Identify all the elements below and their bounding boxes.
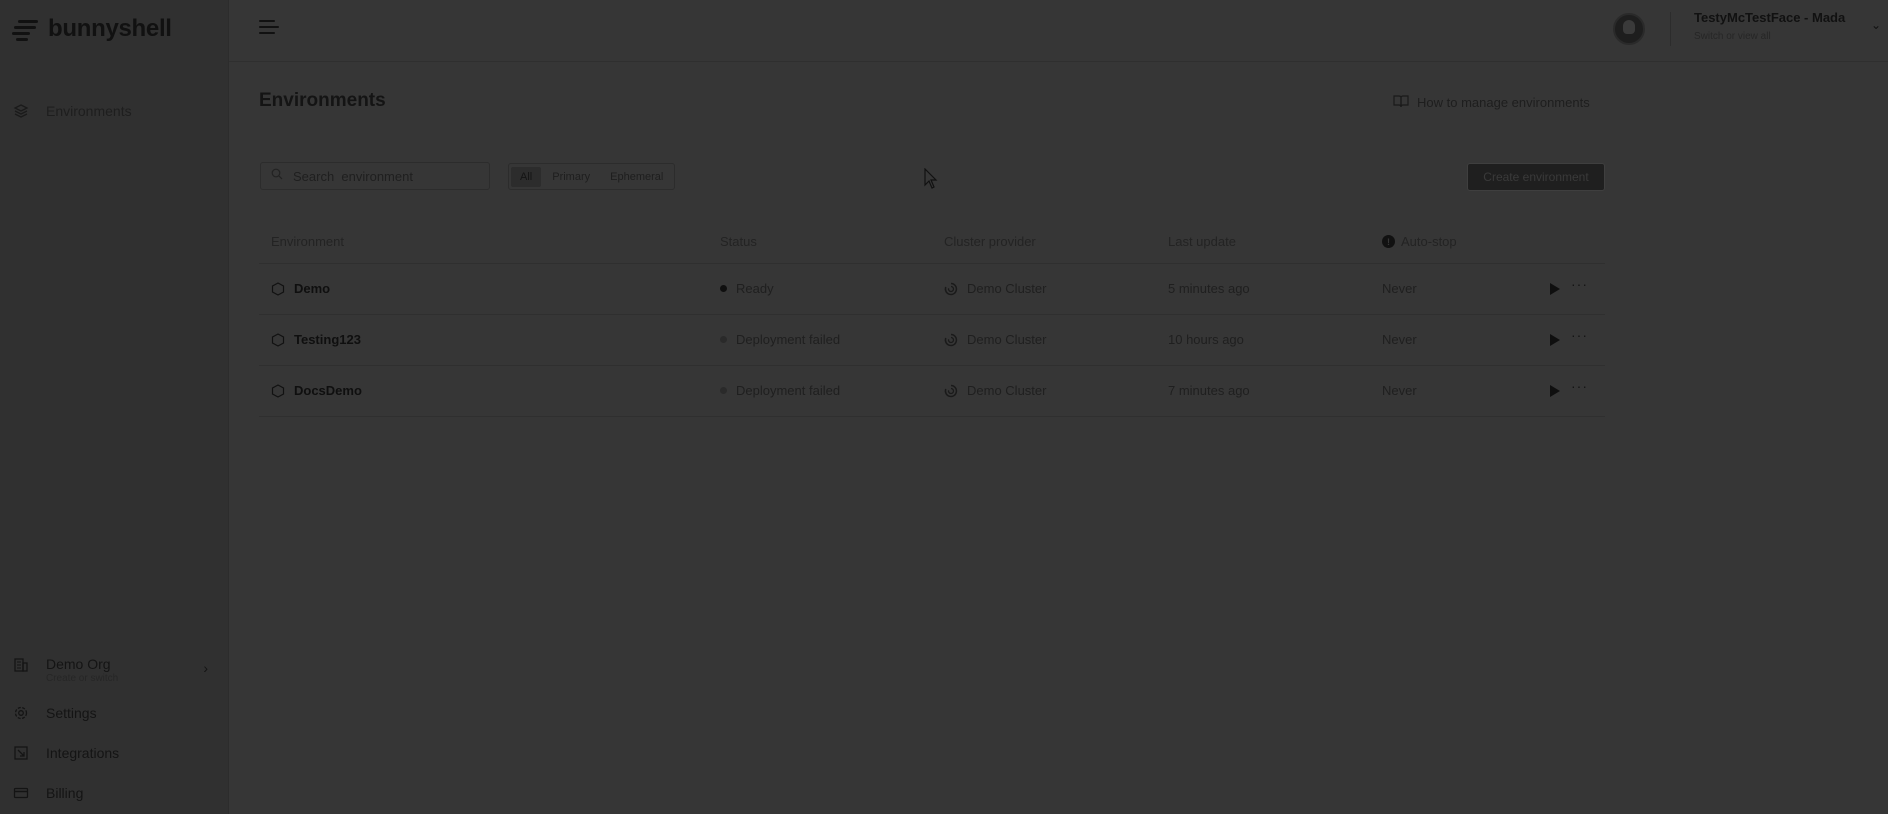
more-options-icon[interactable]: ··· — [1571, 276, 1588, 292]
help-link-label: How to manage environments — [1417, 95, 1590, 110]
sidebar-item-label: Settings — [46, 705, 97, 721]
search-box — [260, 162, 490, 190]
status-dot — [720, 387, 727, 394]
cluster-icon — [944, 282, 958, 295]
environments-table: Environment Status Cluster provider Last… — [259, 224, 1605, 417]
credit-card-icon — [12, 784, 30, 802]
cluster-name: Demo Cluster — [967, 281, 1047, 296]
table-row[interactable]: DocsDemo Deployment failed Demo Cluster … — [259, 366, 1605, 417]
status-cell: Deployment failed — [720, 383, 840, 398]
hexagon-icon — [271, 332, 285, 347]
logo[interactable]: bunnyshell — [12, 14, 172, 44]
integrations-icon — [12, 744, 30, 762]
environment-cell[interactable]: Testing123 — [271, 332, 361, 347]
status-text: Deployment failed — [736, 383, 841, 398]
environment-name[interactable]: DocsDemo — [294, 383, 362, 398]
environment-cell[interactable]: Demo — [271, 281, 330, 296]
sidebar-item-environments[interactable]: Environments — [12, 102, 132, 120]
more-options-icon[interactable]: ··· — [1571, 327, 1588, 343]
status-text: Ready — [736, 281, 774, 296]
play-icon[interactable] — [1550, 385, 1560, 397]
org-name: Demo Org — [46, 656, 111, 672]
environment-name[interactable]: Testing123 — [294, 332, 361, 347]
mouse-cursor-icon — [924, 167, 938, 195]
sidebar: bunnyshell Environments Demo Org Create … — [0, 0, 229, 814]
sidebar-item-label: Billing — [46, 785, 84, 801]
table-row[interactable]: Testing123 Deployment failed Demo Cluste… — [259, 315, 1605, 366]
table-header: Environment Status Cluster provider Last… — [259, 224, 1605, 264]
bunnyshell-logo-icon — [12, 17, 40, 41]
chevron-down-icon[interactable]: ⌄ — [1871, 18, 1881, 32]
org-sub: Create or switch — [46, 673, 119, 684]
header-auto-stop: ! Auto-stop — [1382, 234, 1457, 249]
search-icon — [271, 167, 283, 185]
filter-primary[interactable]: Primary — [543, 167, 599, 187]
hexagon-icon — [271, 383, 285, 398]
sidebar-item-label: Environments — [46, 103, 132, 119]
cluster-name: Demo Cluster — [967, 383, 1047, 398]
avatar[interactable] — [1613, 13, 1645, 45]
sidebar-item-settings[interactable]: Settings — [12, 704, 97, 722]
menu-icon[interactable] — [259, 19, 279, 35]
sidebar-item-integrations[interactable]: Integrations — [12, 744, 119, 762]
header-cluster: Cluster provider — [944, 234, 1036, 249]
last-update-cell: 10 hours ago — [1168, 332, 1244, 347]
status-cell: Deployment failed — [720, 332, 840, 347]
header-environment: Environment — [271, 234, 344, 249]
topbar: TestyMcTestFace - Mada Switch or view al… — [229, 0, 1888, 62]
auto-stop-cell: Never — [1382, 281, 1417, 296]
search-input[interactable] — [293, 168, 453, 184]
building-icon — [12, 656, 30, 674]
header-status: Status — [720, 234, 757, 249]
chevron-right-icon: › — [203, 660, 208, 676]
auto-stop-cell: Never — [1382, 332, 1417, 347]
filter-ephemeral[interactable]: Ephemeral — [601, 167, 672, 187]
status-dot — [720, 336, 727, 343]
cluster-name: Demo Cluster — [967, 332, 1047, 347]
cluster-cell: Demo Cluster — [944, 332, 1046, 347]
cluster-icon — [944, 333, 958, 346]
status-cell: Ready — [720, 281, 774, 296]
user-sub: Switch or view all — [1694, 31, 1771, 42]
help-link[interactable]: How to manage environments — [1393, 94, 1590, 111]
sidebar-item-billing[interactable]: Billing — [12, 784, 83, 802]
page-title: Environments — [259, 90, 386, 111]
divider — [1670, 12, 1671, 46]
status-text: Deployment failed — [736, 332, 841, 347]
logo-text: bunnyshell — [48, 15, 172, 42]
cluster-cell: Demo Cluster — [944, 281, 1046, 296]
last-update-cell: 7 minutes ago — [1168, 383, 1250, 398]
play-icon[interactable] — [1550, 283, 1560, 295]
gear-icon — [12, 704, 30, 722]
book-icon — [1393, 94, 1409, 111]
hexagon-icon — [271, 281, 285, 296]
header-auto-stop-label: Auto-stop — [1401, 234, 1457, 249]
table-row[interactable]: Demo Ready Demo Cluster 5 minutes ago Ne… — [259, 264, 1605, 315]
environment-cell[interactable]: DocsDemo — [271, 383, 362, 398]
create-environment-button[interactable]: Create environment — [1467, 163, 1605, 191]
cluster-icon — [944, 384, 958, 397]
play-icon[interactable] — [1550, 334, 1560, 346]
environment-filter: All Primary Ephemeral — [508, 163, 676, 190]
sidebar-item-label: Integrations — [46, 745, 120, 761]
info-icon[interactable]: ! — [1382, 235, 1395, 248]
environment-name[interactable]: Demo — [294, 281, 330, 296]
user-name[interactable]: TestyMcTestFace - Mada — [1694, 10, 1845, 25]
auto-stop-cell: Never — [1382, 383, 1417, 398]
header-last-update: Last update — [1168, 234, 1236, 249]
filter-all[interactable]: All — [511, 166, 542, 187]
status-dot — [720, 285, 727, 292]
org-switcher[interactable]: Demo Org Create or switch › — [12, 656, 212, 684]
layers-icon — [12, 102, 30, 120]
cluster-cell: Demo Cluster — [944, 383, 1046, 398]
more-options-icon[interactable]: ··· — [1571, 378, 1588, 394]
last-update-cell: 5 minutes ago — [1168, 281, 1250, 296]
